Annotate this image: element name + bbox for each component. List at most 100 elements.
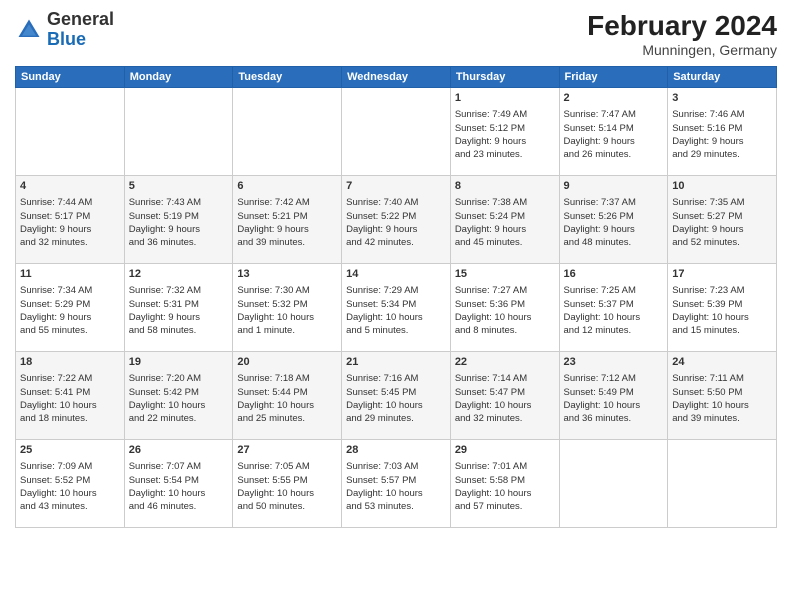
calendar-cell: 17 Sunrise: 7:23 AM Sunset: 5:39 PM Dayli…	[668, 264, 777, 352]
day-info: Sunrise: 7:22 AM Sunset: 5:41 PM Dayligh…	[20, 372, 120, 425]
day-info: Sunrise: 7:35 AM Sunset: 5:27 PM Dayligh…	[672, 196, 772, 249]
day-number: 9	[564, 179, 664, 194]
day-number: 17	[672, 267, 772, 282]
calendar-week-3: 11Sunrise: 7:34 AM Sunset: 5:29 PM Dayli…	[16, 264, 777, 352]
day-number: 27	[237, 443, 337, 458]
calendar-title: February 2024	[587, 10, 777, 42]
col-tuesday: Tuesday	[233, 67, 342, 88]
calendar-week-5: 25Sunrise: 7:09 AM Sunset: 5:52 PM Dayli…	[16, 440, 777, 528]
calendar-cell: 27 Sunrise: 7:05 AM Sunset: 5:55 PM Dayli…	[233, 440, 342, 528]
day-info: Sunrise: 7:27 AM Sunset: 5:36 PM Dayligh…	[455, 284, 555, 337]
calendar-cell: 2 Sunrise: 7:47 AM Sunset: 5:14 PM Daylig…	[559, 88, 668, 176]
calendar-cell	[233, 88, 342, 176]
calendar-cell: 3Sunrise: 7:46 AM Sunset: 5:16 PM Daylig…	[668, 88, 777, 176]
day-info: Sunrise: 7:43 AM Sunset: 5:19 PM Dayligh…	[129, 196, 229, 249]
logo-text: General Blue	[47, 10, 114, 50]
logo-general-text: General	[47, 9, 114, 29]
calendar-cell	[124, 88, 233, 176]
calendar-cell: 18 Sunrise: 7:22 AM Sunset: 5:41 PM Dayli…	[16, 352, 125, 440]
day-info: Sunrise: 7:29 AM Sunset: 5:34 PM Dayligh…	[346, 284, 446, 337]
calendar-week-4: 18 Sunrise: 7:22 AM Sunset: 5:41 PM Dayli…	[16, 352, 777, 440]
logo: General Blue	[15, 10, 114, 50]
day-info: Sunrise: 7:20 AM Sunset: 5:42 PM Dayligh…	[129, 372, 229, 425]
calendar-week-2: 4 Sunrise: 7:44 AM Sunset: 5:17 PM Daylig…	[16, 176, 777, 264]
day-number: 4	[20, 179, 120, 194]
day-info: Sunrise: 7:18 AM Sunset: 5:44 PM Dayligh…	[237, 372, 337, 425]
calendar-table: Sunday Monday Tuesday Wednesday Thursday…	[15, 66, 777, 528]
day-number: 8	[455, 179, 555, 194]
day-info: Sunrise: 7:40 AM Sunset: 5:22 PM Dayligh…	[346, 196, 446, 249]
day-info: Sunrise: 7:25 AM Sunset: 5:37 PM Dayligh…	[564, 284, 664, 337]
day-number: 19	[129, 355, 229, 370]
calendar-cell: 1 Sunrise: 7:49 AM Sunset: 5:12 PM Daylig…	[450, 88, 559, 176]
day-number: 6	[237, 179, 337, 194]
day-number: 1	[455, 91, 555, 106]
calendar-cell	[559, 440, 668, 528]
title-block: February 2024 Munningen, Germany	[587, 10, 777, 58]
day-info: Sunrise: 7:37 AM Sunset: 5:26 PM Dayligh…	[564, 196, 664, 249]
day-number: 28	[346, 443, 446, 458]
calendar-cell: 26 Sunrise: 7:07 AM Sunset: 5:54 PM Dayli…	[124, 440, 233, 528]
day-info: Sunrise: 7:05 AM Sunset: 5:55 PM Dayligh…	[237, 460, 337, 513]
calendar-cell	[668, 440, 777, 528]
day-info: Sunrise: 7:32 AM Sunset: 5:31 PM Dayligh…	[129, 284, 229, 337]
calendar-cell: 24 Sunrise: 7:11 AM Sunset: 5:50 PM Dayli…	[668, 352, 777, 440]
col-sunday: Sunday	[16, 67, 125, 88]
day-number: 5	[129, 179, 229, 194]
day-number: 7	[346, 179, 446, 194]
calendar-cell: 15 Sunrise: 7:27 AM Sunset: 5:36 PM Dayli…	[450, 264, 559, 352]
day-number: 11	[20, 267, 120, 282]
day-number: 23	[564, 355, 664, 370]
day-info: Sunrise: 7:44 AM Sunset: 5:17 PM Dayligh…	[20, 196, 120, 249]
calendar-cell: 6Sunrise: 7:42 AM Sunset: 5:21 PM Daylig…	[233, 176, 342, 264]
logo-icon	[15, 16, 43, 44]
day-info: Sunrise: 7:07 AM Sunset: 5:54 PM Dayligh…	[129, 460, 229, 513]
calendar-cell: 12 Sunrise: 7:32 AM Sunset: 5:31 PM Dayli…	[124, 264, 233, 352]
page: General Blue February 2024 Munningen, Ge…	[0, 0, 792, 612]
calendar-cell: 21Sunrise: 7:16 AM Sunset: 5:45 PM Dayli…	[342, 352, 451, 440]
day-number: 22	[455, 355, 555, 370]
calendar-cell: 8 Sunrise: 7:38 AM Sunset: 5:24 PM Daylig…	[450, 176, 559, 264]
col-thursday: Thursday	[450, 67, 559, 88]
day-number: 14	[346, 267, 446, 282]
calendar-cell: 9 Sunrise: 7:37 AM Sunset: 5:26 PM Daylig…	[559, 176, 668, 264]
calendar-header-row: Sunday Monday Tuesday Wednesday Thursday…	[16, 67, 777, 88]
day-info: Sunrise: 7:47 AM Sunset: 5:14 PM Dayligh…	[564, 108, 664, 161]
day-info: Sunrise: 7:46 AM Sunset: 5:16 PM Dayligh…	[672, 108, 772, 161]
calendar-cell: 13 Sunrise: 7:30 AM Sunset: 5:32 PM Dayli…	[233, 264, 342, 352]
day-info: Sunrise: 7:14 AM Sunset: 5:47 PM Dayligh…	[455, 372, 555, 425]
calendar-cell: 22 Sunrise: 7:14 AM Sunset: 5:47 PM Dayli…	[450, 352, 559, 440]
calendar-cell	[16, 88, 125, 176]
calendar-cell	[342, 88, 451, 176]
day-number: 16	[564, 267, 664, 282]
col-saturday: Saturday	[668, 67, 777, 88]
calendar-cell: 16 Sunrise: 7:25 AM Sunset: 5:37 PM Dayli…	[559, 264, 668, 352]
calendar-cell: 25Sunrise: 7:09 AM Sunset: 5:52 PM Dayli…	[16, 440, 125, 528]
day-number: 12	[129, 267, 229, 282]
calendar-cell: 4 Sunrise: 7:44 AM Sunset: 5:17 PM Daylig…	[16, 176, 125, 264]
calendar-cell: 29Sunrise: 7:01 AM Sunset: 5:58 PM Dayli…	[450, 440, 559, 528]
calendar-cell: 19 Sunrise: 7:20 AM Sunset: 5:42 PM Dayli…	[124, 352, 233, 440]
calendar-cell: 10 Sunrise: 7:35 AM Sunset: 5:27 PM Dayli…	[668, 176, 777, 264]
day-info: Sunrise: 7:30 AM Sunset: 5:32 PM Dayligh…	[237, 284, 337, 337]
col-wednesday: Wednesday	[342, 67, 451, 88]
day-number: 26	[129, 443, 229, 458]
day-info: Sunrise: 7:49 AM Sunset: 5:12 PM Dayligh…	[455, 108, 555, 161]
day-number: 29	[455, 443, 555, 458]
calendar-cell: 7 Sunrise: 7:40 AM Sunset: 5:22 PM Daylig…	[342, 176, 451, 264]
day-number: 15	[455, 267, 555, 282]
day-info: Sunrise: 7:38 AM Sunset: 5:24 PM Dayligh…	[455, 196, 555, 249]
calendar-cell: 28Sunrise: 7:03 AM Sunset: 5:57 PM Dayli…	[342, 440, 451, 528]
day-number: 10	[672, 179, 772, 194]
day-number: 2	[564, 91, 664, 106]
day-number: 13	[237, 267, 337, 282]
day-info: Sunrise: 7:23 AM Sunset: 5:39 PM Dayligh…	[672, 284, 772, 337]
col-friday: Friday	[559, 67, 668, 88]
calendar-cell: 5 Sunrise: 7:43 AM Sunset: 5:19 PM Daylig…	[124, 176, 233, 264]
day-number: 25	[20, 443, 120, 458]
day-info: Sunrise: 7:12 AM Sunset: 5:49 PM Dayligh…	[564, 372, 664, 425]
day-number: 24	[672, 355, 772, 370]
day-number: 18	[20, 355, 120, 370]
day-number: 20	[237, 355, 337, 370]
day-info: Sunrise: 7:11 AM Sunset: 5:50 PM Dayligh…	[672, 372, 772, 425]
